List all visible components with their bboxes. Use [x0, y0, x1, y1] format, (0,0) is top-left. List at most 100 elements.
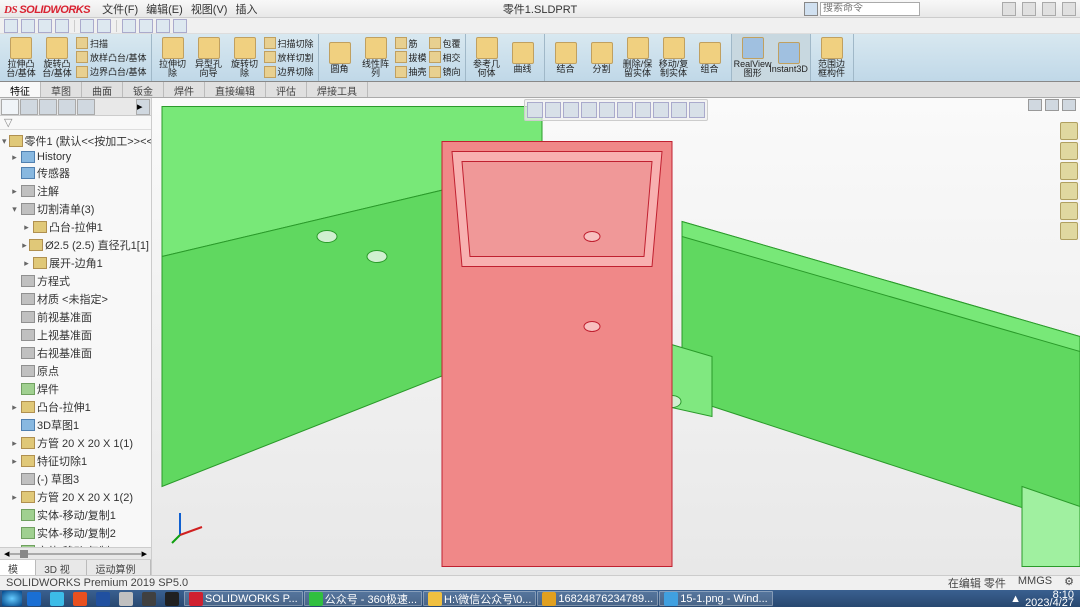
close-icon[interactable]	[1062, 2, 1076, 16]
minimize-icon[interactable]	[1022, 2, 1036, 16]
tab-weldtools[interactable]: 焊接工具	[307, 82, 368, 97]
taskbar-pinned[interactable]	[161, 591, 183, 606]
view-settings-icon[interactable]	[689, 102, 705, 118]
gear-icon[interactable]	[173, 19, 187, 33]
tab-weldments[interactable]: 焊件	[164, 82, 205, 97]
undo-icon[interactable]	[80, 19, 94, 33]
taskbar-app[interactable]: 16824876234789...	[537, 591, 658, 606]
extrude-boss-button[interactable]: 拉伸凸 台/基体	[4, 37, 38, 78]
tree-item[interactable]: ▸注解	[0, 182, 151, 200]
tree-item[interactable]: 焊件	[0, 380, 151, 398]
fm-filter[interactable]: ▽	[0, 116, 151, 130]
hole-wizard-button[interactable]: 异型孔 向导	[192, 37, 226, 78]
intersect-button[interactable]: 相交	[429, 50, 461, 64]
tab-features[interactable]: 特征	[0, 82, 41, 97]
tab-surfaces[interactable]: 曲面	[82, 82, 123, 97]
tree-item[interactable]: 右视基准面	[0, 344, 151, 362]
taskbar-app[interactable]: 15-1.png - Wind...	[659, 591, 772, 606]
zoom-fit-icon[interactable]	[527, 102, 543, 118]
vp-max-icon[interactable]	[1045, 99, 1059, 111]
revolve-cut-button[interactable]: 旋转切 除	[228, 37, 262, 78]
apply-scene-icon[interactable]	[671, 102, 687, 118]
combine-button[interactable]: 结合	[549, 42, 583, 74]
tree-root[interactable]: ▾零件1 (默认<<按加工>><<默认>_显示状	[0, 132, 151, 150]
custom-props-icon[interactable]	[1060, 222, 1078, 240]
tree-item[interactable]: ▸方管 20 X 20 X 1(1)	[0, 434, 151, 452]
graphics-viewport[interactable]	[152, 98, 1080, 575]
taskbar-pinned[interactable]	[92, 591, 114, 606]
tree-item[interactable]: 上视基准面	[0, 326, 151, 344]
instant3d-button[interactable]: Instant3D	[772, 42, 806, 74]
tab-directedit[interactable]: 直接编辑	[205, 82, 266, 97]
redo-icon[interactable]	[97, 19, 111, 33]
design-library-icon[interactable]	[1060, 142, 1078, 160]
file-explorer-icon[interactable]	[1060, 162, 1078, 180]
search-input[interactable]	[820, 2, 920, 16]
print-icon[interactable]	[55, 19, 69, 33]
tree-item[interactable]: ▾切割清单(3)	[0, 200, 151, 218]
btab-model[interactable]: 模型	[0, 560, 36, 575]
ref-geometry-button[interactable]: 参考几 何体	[470, 37, 504, 78]
zoom-area-icon[interactable]	[545, 102, 561, 118]
boundary-button[interactable]: 边界凸台/基体	[76, 65, 147, 79]
fillet-button[interactable]: 圆角	[323, 42, 357, 74]
status-units[interactable]: MMGS	[1018, 575, 1052, 591]
btab-motion[interactable]: 运动算例 1	[87, 560, 151, 575]
start-button[interactable]	[2, 591, 22, 606]
revolve-boss-button[interactable]: 旋转凸 台/基体	[40, 37, 74, 78]
vp-close-icon[interactable]	[1062, 99, 1076, 111]
display-style-icon[interactable]	[617, 102, 633, 118]
bbox-button[interactable]: 范围边 框构件	[815, 37, 849, 78]
system-tray[interactable]: ▲ 8:10 2023/4/27	[1010, 591, 1078, 607]
maximize-icon[interactable]	[1042, 2, 1056, 16]
view-palette-icon[interactable]	[1060, 182, 1078, 200]
feature-tree[interactable]: ▾零件1 (默认<<按加工>><<默认>_显示状 ▸History传感器▸注解▾…	[0, 130, 151, 547]
taskbar-app[interactable]: SOLIDWORKS P...	[184, 591, 303, 606]
rollback-bar[interactable]: ◂▸	[0, 547, 151, 559]
tab-evaluate[interactable]: 评估	[266, 82, 307, 97]
help-icon[interactable]	[1002, 2, 1016, 16]
move-copy-button[interactable]: 移动/复 制实体	[657, 37, 691, 78]
taskbar-pinned[interactable]	[115, 591, 137, 606]
wrap-button[interactable]: 包覆	[429, 36, 461, 50]
select-icon[interactable]	[122, 19, 136, 33]
tree-item[interactable]: ▸Ø2.5 (2.5) 直径孔1[1]	[0, 236, 151, 254]
menu-edit[interactable]: 编辑(E)	[146, 1, 183, 17]
tree-item[interactable]: 原点	[0, 362, 151, 380]
delete-body-button[interactable]: 删除/保 留实体	[621, 37, 655, 78]
fm-tab-expand-icon[interactable]: ▸	[136, 99, 150, 115]
appearances-icon[interactable]	[1060, 202, 1078, 220]
view-triad[interactable]	[170, 505, 210, 545]
tree-item[interactable]: 实体-移动/复制2	[0, 524, 151, 542]
section-view-icon[interactable]	[581, 102, 597, 118]
tree-item[interactable]: ▸凸台-拉伸1	[0, 218, 151, 236]
tree-item[interactable]: 方程式	[0, 272, 151, 290]
combine2-button[interactable]: 组合	[693, 42, 727, 74]
mirror-button[interactable]: 镜向	[429, 65, 461, 79]
menu-file[interactable]: 文件(F)	[102, 1, 138, 17]
draft-button[interactable]: 拔模	[395, 50, 427, 64]
fm-tab-prop-icon[interactable]	[20, 99, 38, 115]
loft-button[interactable]: 放样凸台/基体	[76, 50, 147, 64]
tree-item[interactable]: 材质 <未指定>	[0, 290, 151, 308]
tab-sketch[interactable]: 草图	[41, 82, 82, 97]
curves-button[interactable]: 曲线	[506, 42, 540, 74]
taskbar-pinned[interactable]	[46, 591, 68, 606]
edit-appearance-icon[interactable]	[653, 102, 669, 118]
tree-item[interactable]: (-) 草图3	[0, 470, 151, 488]
open-icon[interactable]	[21, 19, 35, 33]
tree-item[interactable]: 传感器	[0, 164, 151, 182]
linear-pattern-button[interactable]: 线性阵 列	[359, 37, 393, 78]
tree-item[interactable]: ▸特征切除1	[0, 452, 151, 470]
tree-item[interactable]: ▸方管 20 X 20 X 1(2)	[0, 488, 151, 506]
fm-tab-config-icon[interactable]	[39, 99, 57, 115]
menu-insert[interactable]: 插入	[235, 1, 257, 17]
taskbar-pinned[interactable]	[23, 591, 45, 606]
rib-button[interactable]: 筋	[395, 36, 427, 50]
view-orient-icon[interactable]	[599, 102, 615, 118]
realview-button[interactable]: RealView 图形	[736, 37, 770, 78]
tray-icon[interactable]: ▲	[1010, 593, 1021, 605]
vp-min-icon[interactable]	[1028, 99, 1042, 111]
fm-tab-display-icon[interactable]	[77, 99, 95, 115]
tree-item[interactable]: 前视基准面	[0, 308, 151, 326]
